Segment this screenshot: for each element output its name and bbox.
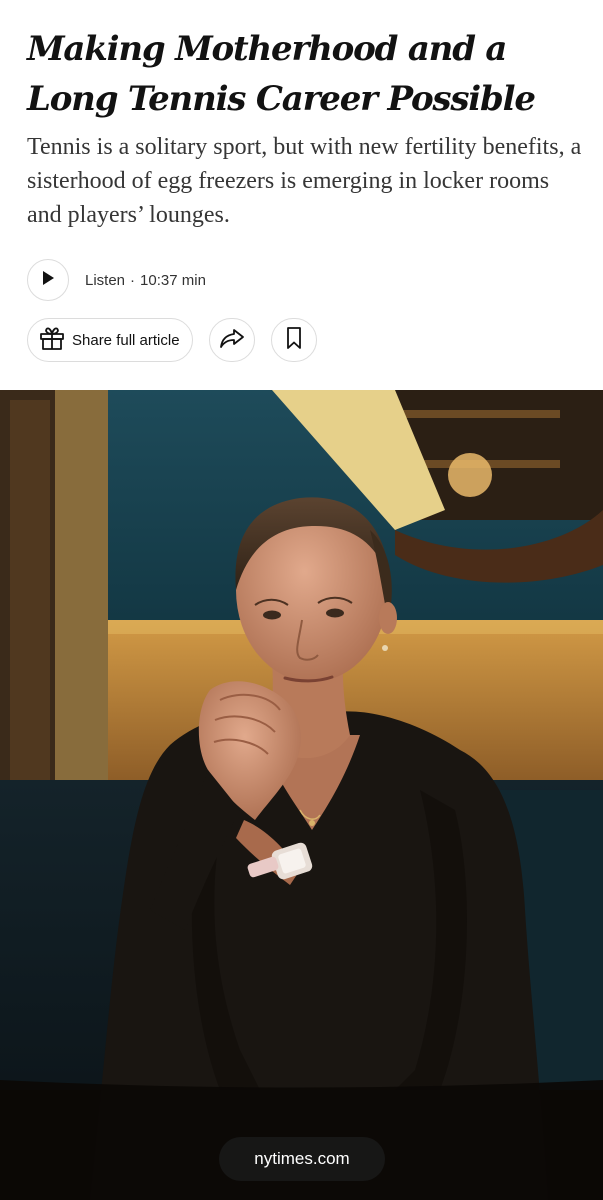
bookmark-button[interactable] [270, 318, 317, 362]
gift-icon [38, 325, 66, 356]
article-header: Making Motherhood and a Long Tennis Care… [0, 0, 603, 390]
action-row: Share full article [27, 318, 317, 362]
article-photo [0, 390, 603, 1200]
listen-label: Listen [85, 271, 126, 289]
listen-info[interactable]: Listen · 10:37 min [85, 272, 206, 289]
bookmark-icon [285, 326, 303, 355]
share-full-article-label: Share full article [72, 331, 180, 349]
listen-row: Listen · 10:37 min [27, 258, 206, 302]
article-summary: Tennis is a solitary sport, but with new… [27, 134, 582, 228]
share-full-article-button[interactable]: Share full article [27, 318, 193, 362]
article-headline: Making Motherhood and a Long Tennis Care… [27, 29, 536, 119]
listen-duration: 10:37 min [140, 271, 206, 289]
domain-label: nytimes.com [254, 1149, 350, 1168]
play-button[interactable] [27, 259, 69, 301]
share-button[interactable] [208, 318, 255, 362]
listen-separator: · [130, 271, 136, 289]
share-arrow-icon [219, 327, 245, 354]
domain-badge[interactable]: nytimes.com [219, 1137, 385, 1181]
play-icon [41, 270, 55, 291]
portrait-image [0, 390, 603, 1200]
